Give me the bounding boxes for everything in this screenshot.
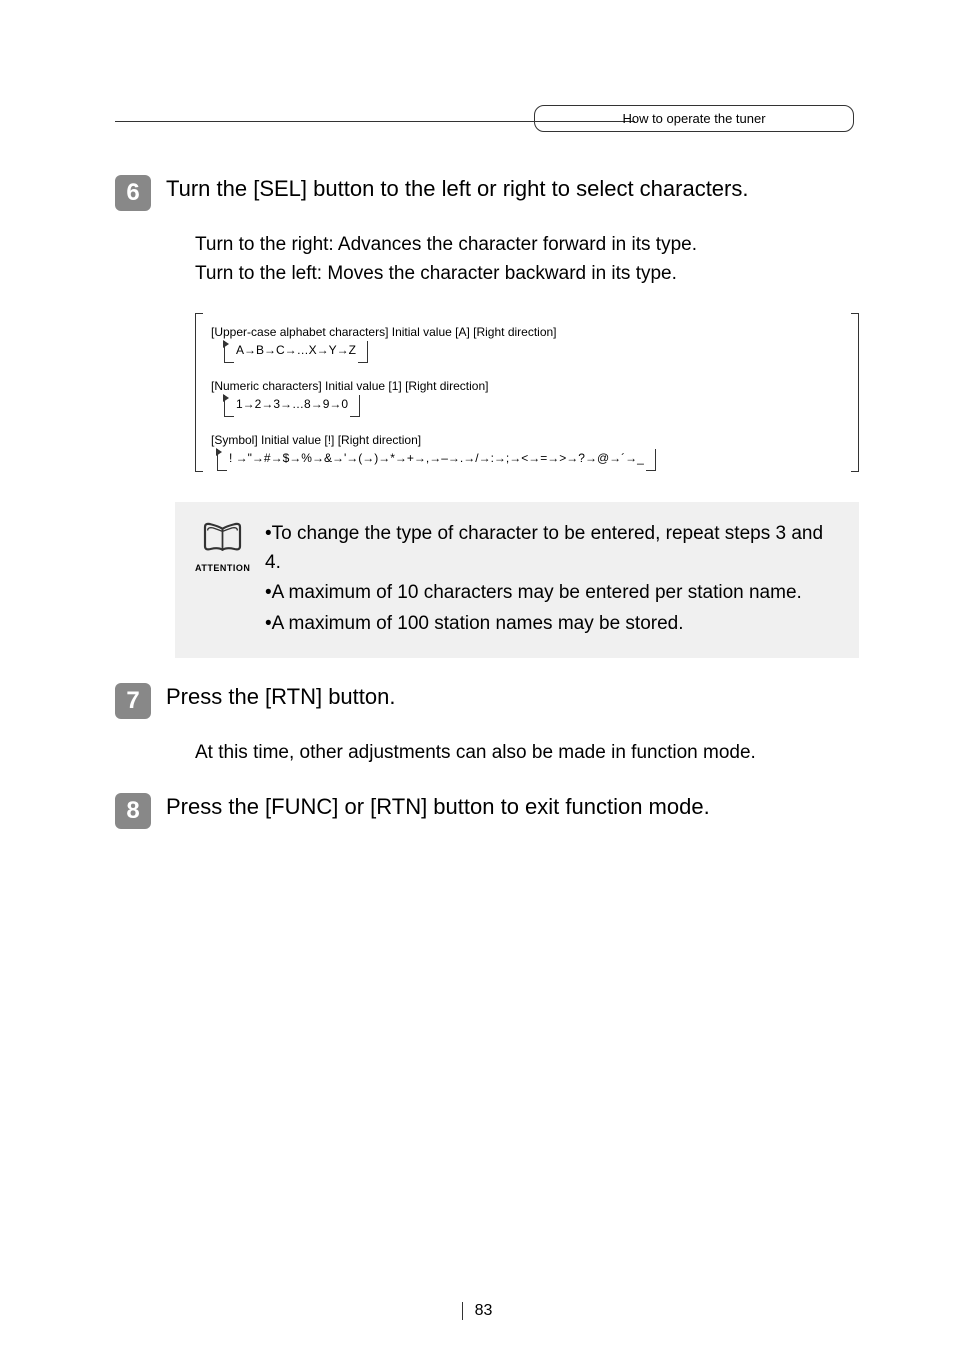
char-row-label: [Symbol] Initial value [!] [Right direct… (211, 431, 843, 449)
step-7-body: At this time, other adjustments can also… (195, 739, 859, 768)
step-body-line: Turn to the left: Moves the character ba… (195, 260, 859, 289)
step-body-line: Turn to the right: Advances the characte… (195, 231, 859, 260)
step-number-badge: 6 (115, 175, 151, 211)
step-7: 7 Press the [RTN] button. (115, 683, 859, 719)
book-icon (200, 520, 245, 555)
char-row-sequence: A→B→C→…X→Y→Z (236, 341, 366, 359)
step-title: Press the [FUNC] or [RTN] button to exit… (166, 793, 859, 822)
page-number-rule (462, 1302, 463, 1320)
attention-text: •To change the type of character to be e… (265, 520, 839, 640)
char-row-symbol: [Symbol] Initial value [!] [Right direct… (211, 431, 843, 467)
char-row-uppercase: [Upper-case alphabet characters] Initial… (211, 323, 843, 359)
step-title: Press the [RTN] button. (166, 683, 859, 712)
step-title: Turn the [SEL] button to the left or rig… (166, 175, 859, 204)
attention-callout: ATTENTION •To change the type of charact… (175, 502, 859, 658)
header-section-label: How to operate the tuner (534, 105, 854, 132)
attention-label: ATTENTION (195, 563, 250, 573)
step-number-badge: 7 (115, 683, 151, 719)
char-row-sequence: 1→2→3→…8→9→0 (236, 395, 358, 413)
step-8: 8 Press the [FUNC] or [RTN] button to ex… (115, 793, 859, 829)
char-row-sequence: ! →"→#→$→%→&→'→(→)→*→+→,→–→.→/→:→;→<→=→>… (229, 449, 654, 467)
char-row-label: [Numeric characters] Initial value [1] [… (211, 377, 843, 395)
step-6-body: Turn to the right: Advances the characte… (195, 231, 859, 288)
char-row-numeric: [Numeric characters] Initial value [1] [… (211, 377, 843, 413)
step-6: 6 Turn the [SEL] button to the left or r… (115, 175, 859, 211)
page-header: How to operate the tuner (534, 105, 854, 132)
char-row-label: [Upper-case alphabet characters] Initial… (211, 323, 843, 341)
attention-bullet: •To change the type of character to be e… (265, 520, 839, 577)
page-content: 6 Turn the [SEL] button to the left or r… (115, 175, 859, 849)
attention-bullet: •A maximum of 10 characters may be enter… (265, 579, 839, 608)
attention-bullet: •A maximum of 100 station names may be s… (265, 610, 839, 639)
step-number-badge: 8 (115, 793, 151, 829)
attention-icon-column: ATTENTION (195, 520, 250, 573)
character-sequence-diagram: [Upper-case alphabet characters] Initial… (195, 313, 859, 472)
page-number: 83 (0, 1302, 954, 1320)
